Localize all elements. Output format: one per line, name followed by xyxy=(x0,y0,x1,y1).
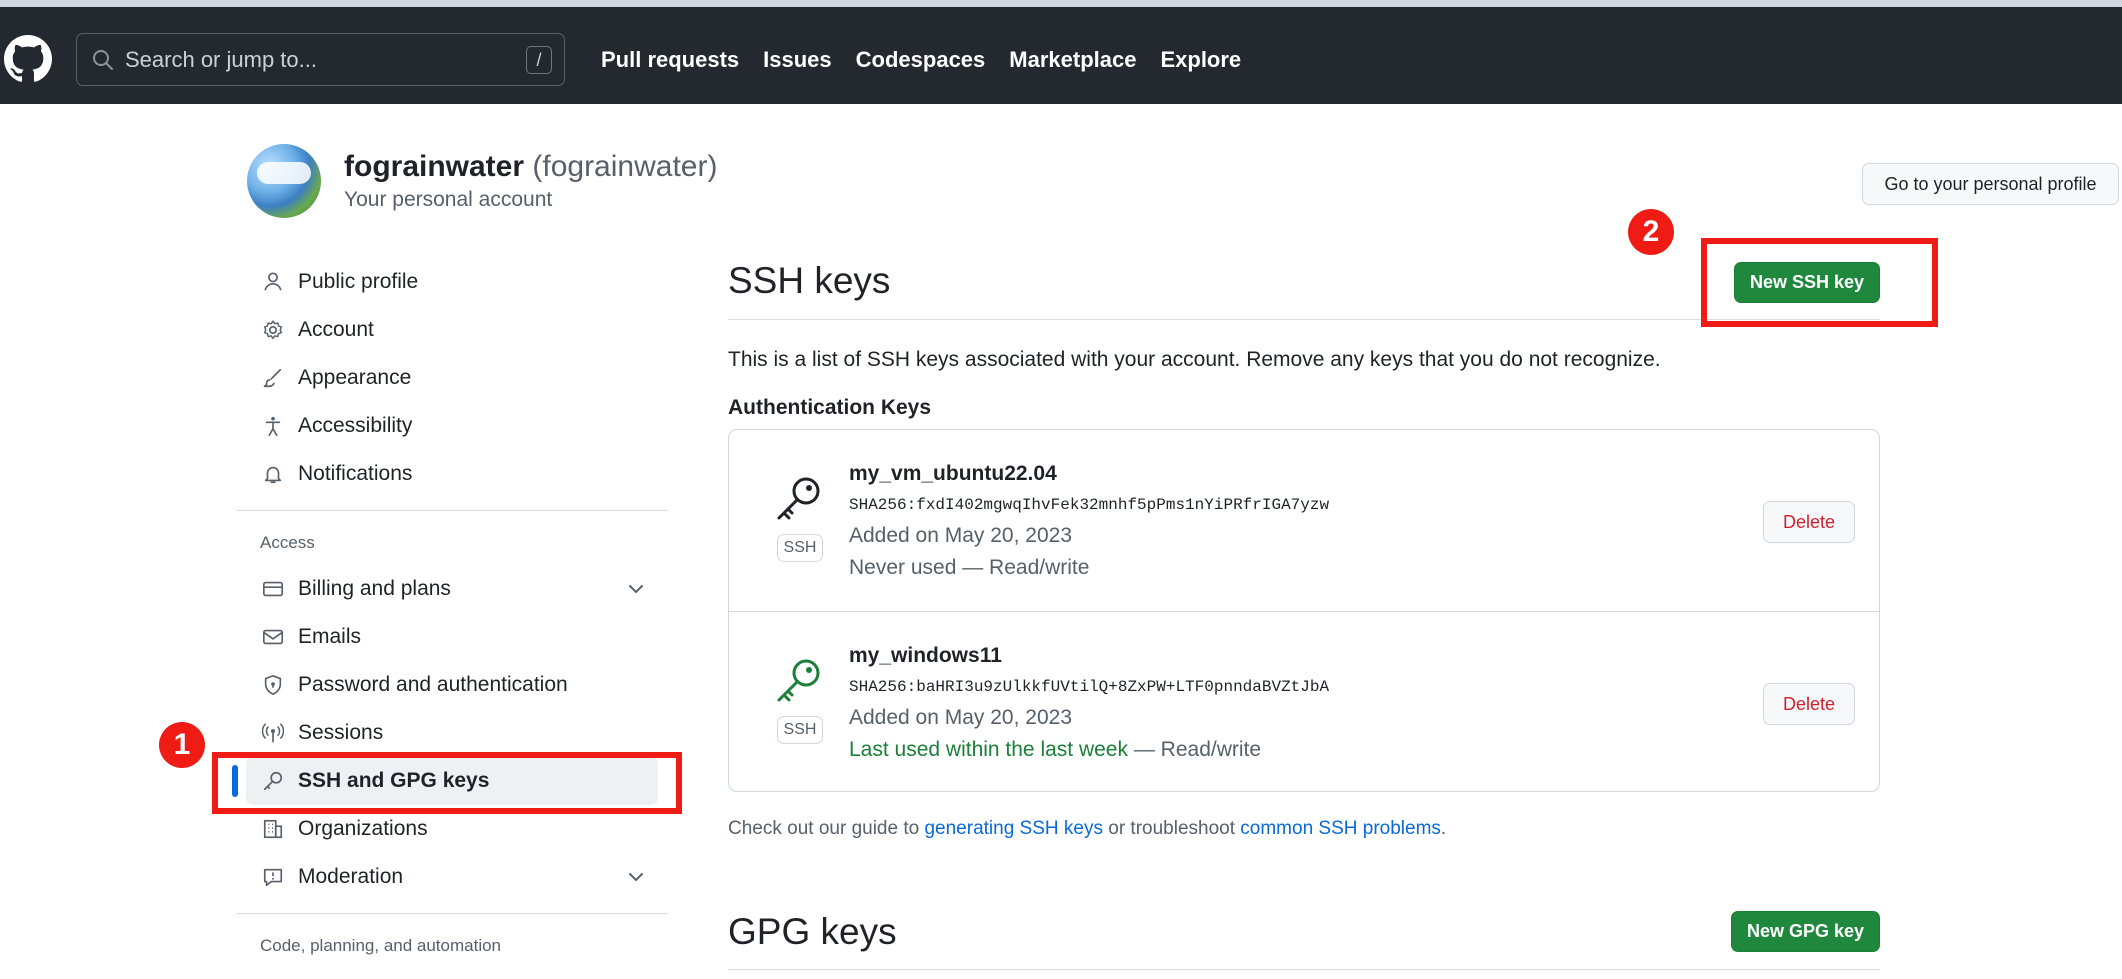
sidebar-item-billing[interactable]: Billing and plans xyxy=(236,565,668,613)
bell-icon xyxy=(260,461,286,487)
ssh-key-usage: Never used — Read/write xyxy=(849,556,1089,580)
sidebar-item-public-profile[interactable]: Public profile xyxy=(236,258,668,306)
person-icon xyxy=(260,269,286,295)
sidebar-item-label: Emails xyxy=(298,625,362,648)
guide-prefix: Check out our guide to xyxy=(728,818,925,839)
delete-ssh-key-button[interactable]: Delete xyxy=(1763,501,1855,543)
nav-explore[interactable]: Explore xyxy=(1160,47,1241,73)
sidebar-item-notifications[interactable]: Notifications xyxy=(236,450,668,498)
settings-sidebar: Public profile Account Appearance Access… xyxy=(232,258,668,968)
top-navigation-bar: Search or jump to... / Pull requests Iss… xyxy=(0,0,2122,104)
annotation-step-2: 2 xyxy=(1628,209,1674,255)
ssh-key-added-date: Added on May 20, 2023 xyxy=(849,706,1073,729)
sidebar-item-label: Billing and plans xyxy=(298,577,451,600)
authentication-keys-heading: Authentication Keys xyxy=(728,396,932,419)
sidebar-item-label: Public profile xyxy=(298,270,419,293)
sidebar-item-label: Appearance xyxy=(298,366,412,389)
gear-icon xyxy=(260,317,286,343)
ssh-key-added-date: Added on May 20, 2023 xyxy=(849,524,1073,547)
credit-card-icon xyxy=(260,576,286,602)
avatar[interactable] xyxy=(247,144,321,218)
new-gpg-key-button[interactable]: New GPG key xyxy=(1731,911,1880,952)
chevron-down-icon[interactable] xyxy=(626,579,646,599)
search-shortcut-hint: / xyxy=(526,46,552,74)
sidebar-item-password-authentication[interactable]: Password and authentication xyxy=(236,661,668,709)
accessibility-icon xyxy=(260,413,286,439)
ssh-key-list: SSH my_vm_ubuntu22.04 SHA256:fxdI402mgwq… xyxy=(728,429,1880,792)
ssh-description: This is a list of SSH keys associated wi… xyxy=(728,348,1661,371)
gpg-heading-divider xyxy=(728,969,1880,970)
ssh-key-name: my_vm_ubuntu22.04 xyxy=(849,462,1057,485)
ssh-keys-heading: SSH keys xyxy=(728,260,891,301)
sidebar-item-label: Organizations xyxy=(298,817,428,840)
key-icon xyxy=(777,477,820,520)
common-ssh-problems-link[interactable]: common SSH problems xyxy=(1240,818,1441,839)
shield-lock-icon xyxy=(260,672,286,698)
annotation-highlight-ssh-gpg-keys xyxy=(212,752,682,814)
account-subtitle: Your personal account xyxy=(344,188,553,211)
ssh-key-last-used: Last used within the last week xyxy=(849,738,1128,761)
ssh-key-access: — Read/write xyxy=(1128,738,1262,761)
report-icon xyxy=(260,864,286,890)
ssh-key-name: my_windows11 xyxy=(849,644,1002,667)
sidebar-item-label: Moderation xyxy=(298,865,404,888)
ssh-key-row: SSH my_vm_ubuntu22.04 SHA256:fxdI402mgwq… xyxy=(729,430,1879,610)
ssh-key-type-badge: SSH xyxy=(777,534,823,562)
github-logo-icon[interactable] xyxy=(4,35,52,83)
sidebar-item-label: Sessions xyxy=(298,721,384,744)
ssh-key-fingerprint: SHA256:fxdI402mgwqIhvFek32mnhf5pPms1nYiP… xyxy=(849,496,1330,514)
sidebar-item-appearance[interactable]: Appearance xyxy=(236,354,668,402)
chevron-down-icon[interactable] xyxy=(626,867,646,887)
ssh-guide-text: Check out our guide to generating SSH ke… xyxy=(728,818,1446,840)
annotation-step-1: 1 xyxy=(159,722,205,768)
ssh-key-usage: Last used within the last week — Read/wr… xyxy=(849,738,1261,762)
organization-icon xyxy=(260,816,286,842)
nav-codespaces[interactable]: Codespaces xyxy=(856,47,986,73)
gpg-keys-heading: GPG keys xyxy=(728,911,897,952)
delete-ssh-key-button[interactable]: Delete xyxy=(1763,683,1855,725)
guide-suffix: . xyxy=(1440,818,1447,839)
search-placeholder: Search or jump to... xyxy=(125,47,317,72)
sidebar-item-label: Password and authentication xyxy=(298,673,568,696)
generating-ssh-keys-link[interactable]: generating SSH keys xyxy=(924,818,1103,839)
mail-icon xyxy=(260,624,286,650)
sidebar-item-accessibility[interactable]: Accessibility xyxy=(236,402,668,450)
sidebar-divider xyxy=(236,913,668,914)
sidebar-heading-access: Access xyxy=(260,533,315,552)
search-icon xyxy=(93,50,113,70)
sidebar-item-emails[interactable]: Emails xyxy=(236,613,668,661)
account-name: fograinwater (fograinwater) xyxy=(344,150,717,184)
paintbrush-icon xyxy=(260,365,286,391)
global-nav: Pull requests Issues Codespaces Marketpl… xyxy=(601,47,1241,73)
display-name[interactable]: fograinwater xyxy=(344,150,524,183)
nav-marketplace[interactable]: Marketplace xyxy=(1009,47,1136,73)
search-input[interactable]: Search or jump to... / xyxy=(76,33,565,86)
sidebar-item-label: Accessibility xyxy=(298,414,413,437)
sidebar-divider xyxy=(236,510,668,511)
nav-issues[interactable]: Issues xyxy=(763,47,832,73)
ssh-key-type-badge: SSH xyxy=(777,716,823,744)
annotation-highlight-new-ssh-key xyxy=(1701,238,1938,327)
sidebar-item-sessions[interactable]: Sessions xyxy=(236,709,668,757)
guide-middle: or troubleshoot xyxy=(1102,818,1241,839)
user-handle: (fograinwater) xyxy=(532,150,718,183)
ssh-key-access: — Read/write xyxy=(956,556,1090,579)
ssh-key-row: SSH my_windows11 SHA256:baHRI3u9zUlkkfUV… xyxy=(729,611,1879,791)
ssh-key-fingerprint: SHA256:baHRI3u9zUlkkfUVtilQ+8ZxPW+LTF0pn… xyxy=(849,678,1330,696)
sidebar-item-moderation[interactable]: Moderation xyxy=(236,853,668,901)
ssh-key-usage-text: Never used xyxy=(849,556,957,579)
sidebar-item-label: Account xyxy=(298,318,374,341)
sidebar-heading-code: Code, planning, and automation xyxy=(260,936,502,955)
sidebar-item-label: Notifications xyxy=(298,462,413,485)
key-icon xyxy=(777,659,820,702)
sidebar-item-account[interactable]: Account xyxy=(236,306,668,354)
go-to-profile-button[interactable]: Go to your personal profile xyxy=(1862,163,2119,205)
nav-pull-requests[interactable]: Pull requests xyxy=(601,47,739,73)
broadcast-icon xyxy=(260,720,286,746)
